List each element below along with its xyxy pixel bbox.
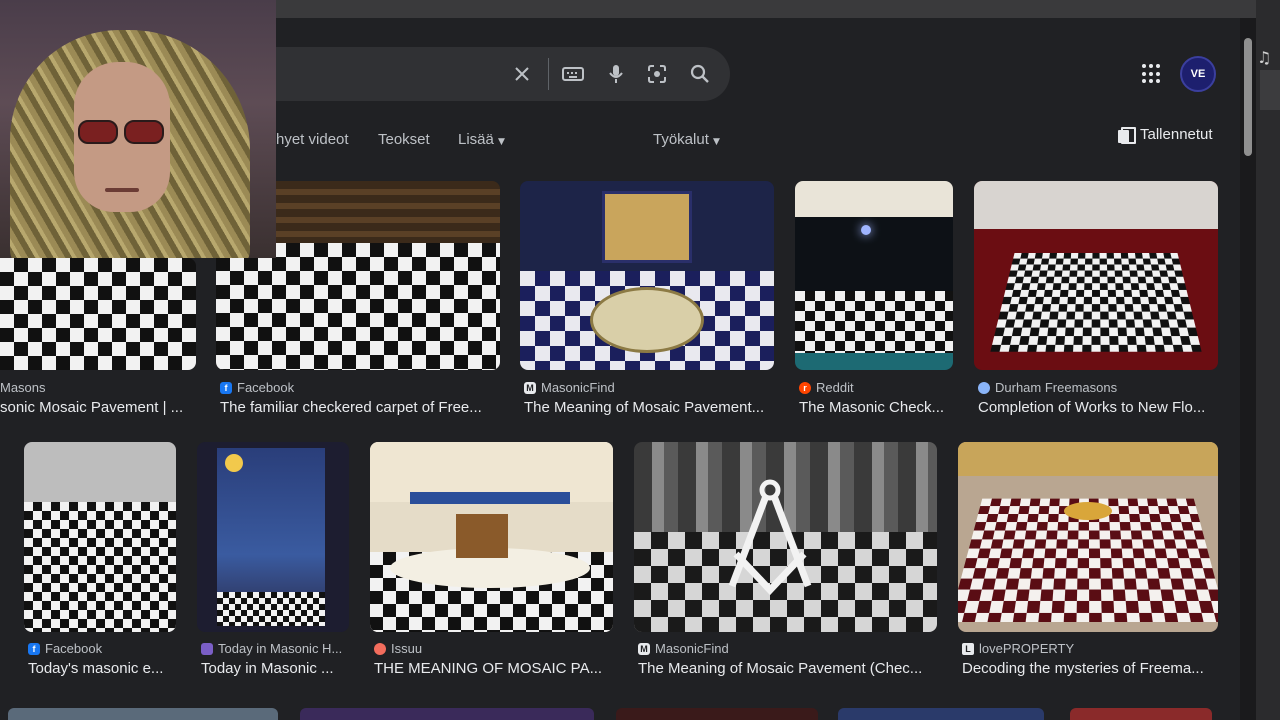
tab-more[interactable]: Lisää ▼: [458, 131, 505, 148]
result-source[interactable]: M MasonicFind: [638, 641, 937, 656]
result-source[interactable]: r Reddit: [799, 380, 953, 395]
site-icon: [978, 381, 990, 394]
masonicfind-icon: M: [524, 381, 536, 394]
result-title[interactable]: Decoding the mysteries of Freema...: [962, 660, 1218, 677]
result-source[interactable]: Durham Freemasons: [978, 380, 1218, 395]
result-image[interactable]: [838, 708, 1044, 720]
image-sun: [225, 454, 243, 472]
result-image[interactable]: [0, 258, 196, 370]
result-image[interactable]: [300, 708, 594, 720]
close-icon[interactable]: [509, 61, 535, 87]
image-floor: [216, 243, 500, 370]
tab-videos[interactable]: hyet videot: [276, 131, 349, 148]
source-name: Issuu: [391, 641, 423, 656]
result-source[interactable]: M MasonicFind: [524, 380, 774, 395]
keyboard-icon[interactable]: [560, 61, 586, 87]
result-image[interactable]: [8, 708, 278, 720]
image-floor: [217, 592, 325, 626]
square-compass-icon: [728, 479, 812, 596]
result-image[interactable]: [958, 442, 1218, 632]
result-image[interactable]: [24, 442, 176, 632]
image-floor: [990, 252, 1202, 352]
result-title[interactable]: Completion of Works to New Flo...: [978, 399, 1218, 416]
saved-label: Tallennetut: [1140, 126, 1213, 143]
image-ceiling: [795, 181, 953, 217]
webcam-glasses: [78, 120, 164, 144]
result-source[interactable]: LlovePROPERTY: [962, 641, 1218, 656]
image-chairs: [410, 492, 570, 504]
chevron-down-icon: ▼: [498, 137, 505, 147]
result-source[interactable]: f Facebook: [28, 641, 176, 656]
result-title[interactable]: Today's masonic e...: [28, 660, 176, 677]
chevron-down-icon: ▼: [713, 137, 720, 147]
lens-icon[interactable]: [644, 61, 670, 87]
result-title[interactable]: The Meaning of Mosaic Pavement (Chec...: [638, 660, 937, 677]
result-image[interactable]: [616, 708, 818, 720]
saved-button[interactable]: Tallennetut: [1118, 126, 1213, 144]
result-image[interactable]: [795, 181, 953, 370]
bookmark-icon: [1118, 126, 1136, 144]
avatar[interactable]: VE: [1180, 56, 1216, 92]
image-floor: [24, 502, 176, 632]
webcam-overlay: [0, 0, 276, 258]
facebook-icon: f: [28, 642, 40, 655]
image-carpet: [795, 353, 953, 370]
result-image[interactable]: [974, 181, 1218, 370]
scrollbar-thumb[interactable]: [1244, 38, 1252, 156]
result-source[interactable]: Masons: [0, 380, 196, 395]
site-icon: L: [962, 642, 974, 655]
apps-grid-icon[interactable]: [1142, 64, 1162, 84]
webcam-mouth: [105, 188, 139, 192]
result-title[interactable]: The Masonic Check...: [799, 399, 953, 416]
source-name: lovePROPERTY: [979, 641, 1075, 656]
source-name: MasonicFind: [541, 380, 615, 395]
search-divider: [548, 58, 549, 90]
next-row-images: [0, 708, 1240, 720]
image-altar: [602, 191, 692, 263]
result-title[interactable]: Today in Masonic ...: [201, 660, 349, 677]
result-title[interactable]: sonic Mosaic Pavement | ...: [0, 399, 196, 416]
image-altar: [456, 514, 508, 558]
image-floor: [795, 291, 953, 353]
side-panel-block: [1260, 70, 1280, 110]
side-panel: ♫: [1256, 0, 1280, 720]
image-light: [861, 225, 871, 235]
result-title[interactable]: The familiar checkered carpet of Free...: [220, 399, 500, 416]
source-name: Today in Masonic H...: [218, 641, 343, 656]
tab-books[interactable]: Teokset: [378, 131, 430, 148]
source-name: Facebook: [45, 641, 103, 656]
result-source[interactable]: Issuu: [374, 641, 613, 656]
result-title[interactable]: THE MEANING OF MOSAIC PA...: [374, 660, 613, 677]
image-emblem: [590, 287, 704, 353]
microphone-icon[interactable]: [603, 61, 629, 87]
source-name: Reddit: [816, 380, 854, 395]
search-box[interactable]: [250, 47, 730, 101]
result-image[interactable]: [370, 442, 613, 632]
result-image[interactable]: [634, 442, 937, 632]
tools-label: Työkalut: [653, 131, 709, 148]
music-note-icon[interactable]: ♫: [1257, 48, 1271, 67]
site-icon: [201, 642, 213, 655]
image-star: [1064, 502, 1112, 520]
result-source[interactable]: f Facebook: [220, 380, 500, 395]
tab-more-label: Lisää: [458, 131, 494, 148]
reddit-icon: r: [799, 381, 811, 394]
issuu-icon: [374, 642, 386, 655]
result-title[interactable]: The Meaning of Mosaic Pavement...: [524, 399, 774, 416]
result-image[interactable]: [197, 442, 349, 632]
result-source[interactable]: Today in Masonic H...: [201, 641, 349, 656]
facebook-icon: f: [220, 381, 232, 394]
search-icon[interactable]: [687, 61, 713, 87]
masonicfind-icon: M: [638, 642, 650, 655]
source-name: MasonicFind: [655, 641, 729, 656]
image-wall: [958, 442, 1218, 476]
result-image[interactable]: [1070, 708, 1212, 720]
tools-button[interactable]: Työkalut ▼: [653, 131, 720, 148]
result-image[interactable]: [520, 181, 774, 370]
source-name: Masons: [0, 380, 46, 395]
source-name: Durham Freemasons: [995, 380, 1118, 395]
image-wall: [974, 181, 1218, 229]
source-name: Facebook: [237, 380, 295, 395]
